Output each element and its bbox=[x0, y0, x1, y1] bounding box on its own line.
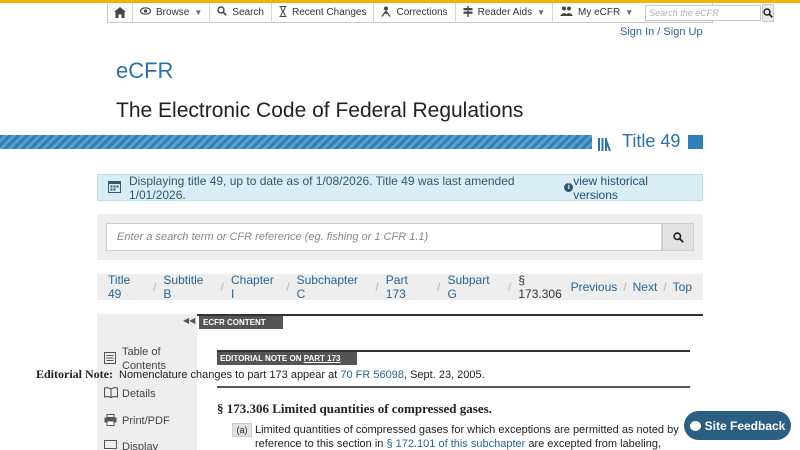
sidebar-item-display[interactable]: Display bbox=[104, 440, 158, 450]
search-icon bbox=[672, 231, 684, 243]
sign-in-link[interactable]: Sign In bbox=[620, 26, 654, 38]
auth-links: Sign In / Sign Up bbox=[620, 26, 703, 38]
breadcrumb-separator: / bbox=[286, 280, 290, 294]
pager-separator: / bbox=[663, 280, 667, 294]
info-icon[interactable]: i bbox=[564, 183, 574, 192]
site-title: The Electronic Code of Federal Regulatio… bbox=[116, 99, 524, 122]
top-link[interactable]: Top bbox=[673, 280, 692, 294]
sidebar-item-print-pdf[interactable]: Print/PDF bbox=[104, 414, 170, 429]
paragraph-text: Limited quantities of compressed gases f… bbox=[255, 423, 687, 450]
nav-my-ecfr-label: My eCFR bbox=[578, 7, 621, 18]
breadcrumb-subtitle[interactable]: Subtitle B bbox=[163, 273, 213, 301]
sidebar-item-details[interactable]: Details bbox=[103, 387, 156, 401]
user-strike-icon bbox=[381, 6, 391, 20]
nav-search-label: Search bbox=[232, 7, 264, 18]
books-icon bbox=[598, 135, 616, 151]
hourglass-icon bbox=[279, 5, 287, 20]
nav-recent-changes-label: Recent Changes bbox=[291, 7, 367, 18]
editorial-note-tab: EDITORIAL NOTE ON PART 173 bbox=[217, 352, 357, 365]
printer-icon bbox=[104, 414, 118, 429]
breadcrumb: Title 49 / Subtitle B / Chapter I / Subc… bbox=[97, 273, 703, 301]
sign-up-link[interactable]: Sign Up bbox=[663, 26, 702, 38]
title-heading-label: Title 49 bbox=[622, 131, 681, 151]
sidebar-item-label: Details bbox=[122, 388, 156, 400]
sidebar-item-label: Display bbox=[122, 441, 159, 450]
editorial-note-suffix: , Sept. 23, 2005. bbox=[403, 369, 485, 381]
nav-reader-aids[interactable]: Reader Aids ▼ bbox=[456, 3, 554, 22]
breadcrumb-subpart[interactable]: Subpart G bbox=[448, 273, 502, 301]
collapse-sidebar-icon[interactable]: ◀◀ bbox=[183, 316, 195, 325]
magnifier-icon bbox=[217, 6, 228, 19]
chevron-down-icon: ▼ bbox=[625, 8, 634, 17]
editorial-note-divider bbox=[217, 386, 690, 388]
paragraph-a: (a) Limited quantities of compressed gas… bbox=[232, 423, 687, 450]
section-172-101-link[interactable]: § 172.101 of this subchapter bbox=[386, 438, 525, 450]
editorial-note-tab-prefix: EDITORIAL NOTE ON bbox=[220, 354, 304, 363]
title-heading: Title 49 bbox=[598, 131, 680, 152]
nav-corrections[interactable]: Corrections bbox=[374, 3, 456, 22]
pager-separator: / bbox=[623, 280, 627, 294]
top-search-input[interactable] bbox=[645, 4, 762, 21]
title-stripe bbox=[0, 135, 592, 149]
nav-reader-aids-label: Reader Aids bbox=[477, 7, 533, 18]
home-button[interactable] bbox=[108, 3, 133, 22]
breadcrumb-separator: / bbox=[153, 280, 157, 294]
signpost-icon bbox=[463, 5, 473, 20]
breadcrumb-separator: / bbox=[437, 280, 441, 294]
currency-info-text: Displaying title 49, up to date as of 1/… bbox=[129, 173, 515, 202]
site-feedback-button[interactable]: Site Feedback bbox=[684, 411, 791, 440]
breadcrumb-title[interactable]: Title 49 bbox=[108, 273, 146, 301]
main-search-button[interactable] bbox=[662, 223, 694, 251]
editorial-note-header: EDITORIAL NOTE ON PART 173 bbox=[217, 350, 690, 365]
top-search-button[interactable] bbox=[762, 3, 775, 22]
search-icon bbox=[763, 7, 774, 18]
editorial-note-text: Nomenclature changes to part 173 appear … bbox=[119, 369, 341, 381]
paragraph-label[interactable]: (a) bbox=[232, 423, 252, 437]
section-pager: Previous / Next / Top bbox=[571, 280, 692, 294]
chevron-down-icon: ▼ bbox=[537, 8, 546, 17]
breadcrumb-chapter[interactable]: Chapter I bbox=[231, 273, 279, 301]
top-navigation: Browse ▼ Search Recent Changes Correctio… bbox=[107, 3, 775, 23]
nav-corrections-label: Corrections bbox=[396, 7, 448, 18]
nav-browse-label: Browse bbox=[156, 7, 190, 18]
sidebar-item-label: Print/PDF bbox=[122, 415, 170, 427]
federal-register-link[interactable]: 70 FR 56098 bbox=[340, 369, 404, 381]
main-search-panel bbox=[97, 214, 703, 260]
section-title: § 173.306 Limited quantities of compress… bbox=[217, 401, 492, 416]
editorial-note: Editorial Note: Nomenclature changes to p… bbox=[36, 367, 485, 382]
chat-bubble-icon bbox=[689, 420, 701, 431]
editorial-note-part-link[interactable]: PART 173 bbox=[304, 354, 341, 363]
breadcrumb-separator: / bbox=[375, 280, 379, 294]
previous-link[interactable]: Previous bbox=[571, 280, 618, 294]
eye-icon bbox=[139, 7, 152, 18]
breadcrumb-subchapter[interactable]: Subchapter C bbox=[297, 273, 369, 301]
ecfr-content-tab: ECFR CONTENT bbox=[199, 316, 283, 329]
editorial-note-label: Editorial Note: bbox=[36, 367, 113, 381]
breadcrumb-separator: / bbox=[508, 280, 512, 294]
view-historical-versions-link[interactable]: view historical versions bbox=[573, 174, 692, 202]
calendar-icon bbox=[108, 180, 121, 196]
users-icon bbox=[560, 6, 574, 19]
currency-info-bar: Displaying title 49, up to date as of 1/… bbox=[97, 173, 703, 202]
next-link[interactable]: Next bbox=[633, 280, 658, 294]
main-search-input[interactable] bbox=[106, 223, 662, 251]
brand-logo[interactable]: eCFR bbox=[116, 58, 173, 84]
sidebar: ◀◀ Table of Contents Details Print/PDF D… bbox=[97, 314, 197, 450]
book-icon bbox=[103, 387, 119, 401]
home-icon bbox=[114, 7, 126, 18]
nav-search[interactable]: Search bbox=[210, 3, 272, 22]
display-icon bbox=[104, 440, 118, 450]
breadcrumb-separator: / bbox=[220, 280, 224, 294]
nav-browse[interactable]: Browse ▼ bbox=[133, 3, 211, 22]
title-stripe-end bbox=[688, 135, 703, 149]
breadcrumb-part[interactable]: Part 173 bbox=[386, 273, 430, 301]
chevron-down-icon: ▼ bbox=[194, 8, 203, 17]
nav-recent-changes[interactable]: Recent Changes bbox=[272, 3, 375, 22]
breadcrumb-current-section: § 173.306 bbox=[518, 273, 562, 301]
site-feedback-label: Site Feedback bbox=[704, 418, 786, 433]
nav-my-ecfr[interactable]: My eCFR ▼ bbox=[553, 3, 640, 22]
list-icon bbox=[104, 352, 118, 367]
